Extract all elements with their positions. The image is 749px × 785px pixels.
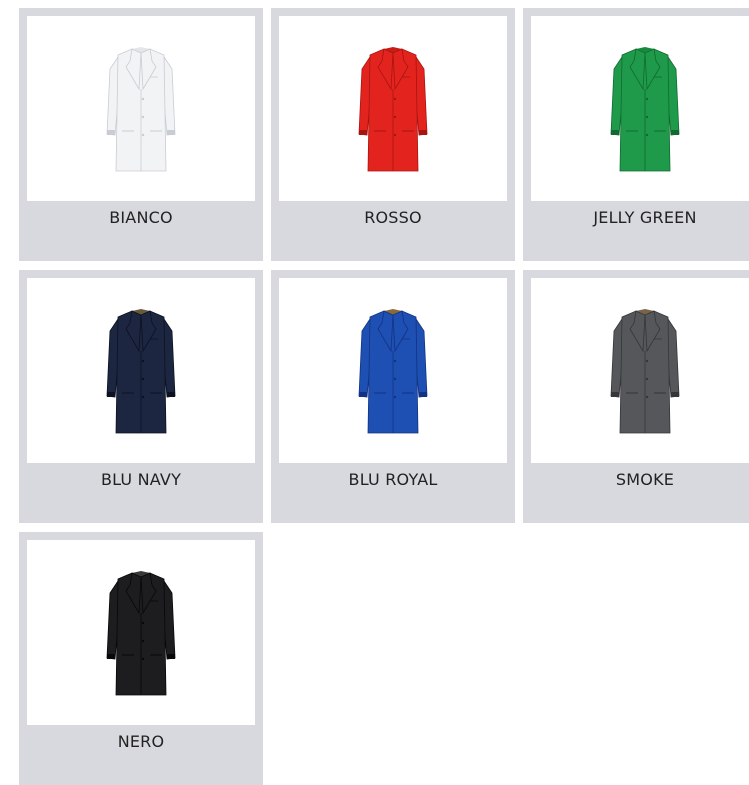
color-swatch-grid: BIANCO ROSSO JELLY GREEN BLU NAVY BLU RO…: [19, 8, 749, 785]
swatch-card-rosso[interactable]: ROSSO: [271, 8, 515, 261]
coat-image: [27, 16, 255, 201]
coat-image: [279, 16, 507, 201]
swatch-card-nero[interactable]: NERO: [19, 532, 263, 785]
coat-image: [531, 278, 749, 463]
swatch-card-blu-royal[interactable]: BLU ROYAL: [271, 270, 515, 523]
swatch-card-bianco[interactable]: BIANCO: [19, 8, 263, 261]
coat-image-icon: [358, 46, 428, 171]
coat-image: [531, 16, 749, 201]
swatch-label: NERO: [117, 732, 165, 751]
swatch-label: BLU ROYAL: [348, 470, 438, 489]
swatch-card-blu-navy[interactable]: BLU NAVY: [19, 270, 263, 523]
coat-image-icon: [106, 570, 176, 695]
coat-image-icon: [610, 46, 680, 171]
coat-image-icon: [106, 308, 176, 433]
coat-image: [279, 278, 507, 463]
coat-image-icon: [106, 46, 176, 171]
swatch-label: JELLY GREEN: [593, 208, 697, 227]
coat-image: [27, 278, 255, 463]
swatch-label: BLU NAVY: [100, 470, 182, 489]
coat-image-icon: [610, 308, 680, 433]
swatch-card-jelly-green[interactable]: JELLY GREEN: [523, 8, 749, 261]
swatch-label: SMOKE: [615, 470, 675, 489]
coat-image: [27, 540, 255, 725]
swatch-card-smoke[interactable]: SMOKE: [523, 270, 749, 523]
swatch-label: ROSSO: [364, 208, 422, 227]
coat-image-icon: [358, 308, 428, 433]
swatch-label: BIANCO: [109, 208, 173, 227]
